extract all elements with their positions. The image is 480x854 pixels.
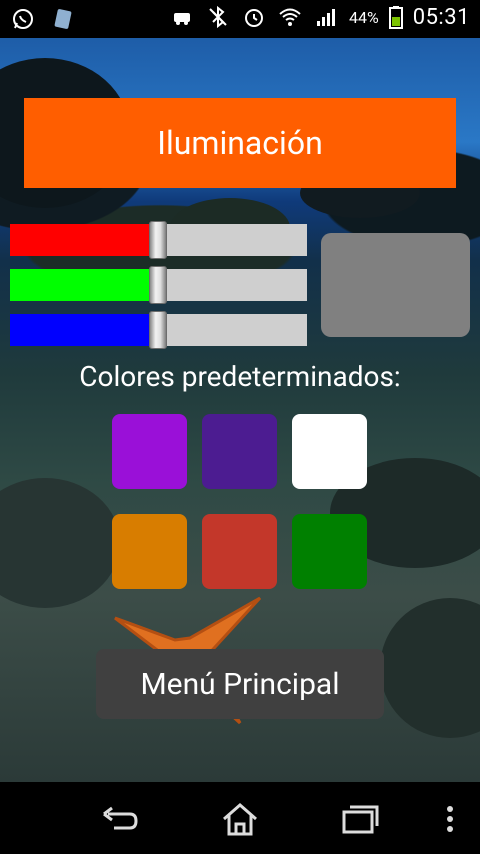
blue-slider-fill xyxy=(10,314,158,346)
preset-red-brown-button[interactable] xyxy=(202,514,277,589)
back-icon[interactable] xyxy=(100,802,140,836)
page-title: Iluminación xyxy=(24,98,456,188)
bluetooth-off-icon xyxy=(205,4,231,30)
green-slider-fill xyxy=(10,269,158,301)
status-bar: 44% 05:31 xyxy=(0,0,480,38)
green-slider[interactable] xyxy=(10,266,307,304)
battery-icon xyxy=(388,4,403,30)
recents-icon[interactable] xyxy=(340,802,380,836)
red-slider-fill xyxy=(10,224,158,256)
red-slider-thumb[interactable] xyxy=(149,221,167,259)
navigation-bar xyxy=(0,782,480,854)
blue-slider-thumb[interactable] xyxy=(149,311,167,349)
overflow-menu-icon[interactable] xyxy=(432,802,468,836)
battery-percent: 44% xyxy=(349,7,379,27)
red-slider[interactable] xyxy=(10,221,307,259)
clock: 05:31 xyxy=(412,4,470,30)
green-slider-thumb[interactable] xyxy=(149,266,167,304)
preset-orange-button[interactable] xyxy=(112,514,187,589)
preset-colors-label: Colores predeterminados: xyxy=(79,360,401,393)
notification-app-icon xyxy=(50,6,76,32)
alarm-icon xyxy=(241,4,267,30)
preset-green-button[interactable] xyxy=(292,514,367,589)
preset-purple-button[interactable] xyxy=(112,414,187,489)
preset-white-button[interactable] xyxy=(292,414,367,489)
home-icon[interactable] xyxy=(220,802,260,836)
signal-icon xyxy=(313,4,339,30)
whatsapp-icon xyxy=(10,6,36,32)
preset-indigo-button[interactable] xyxy=(202,414,277,489)
main-menu-button[interactable]: Menú Principal xyxy=(96,649,384,719)
blue-slider[interactable] xyxy=(10,311,307,349)
color-preview xyxy=(321,233,470,337)
wifi-icon xyxy=(277,4,303,30)
car-mode-icon xyxy=(169,4,195,30)
